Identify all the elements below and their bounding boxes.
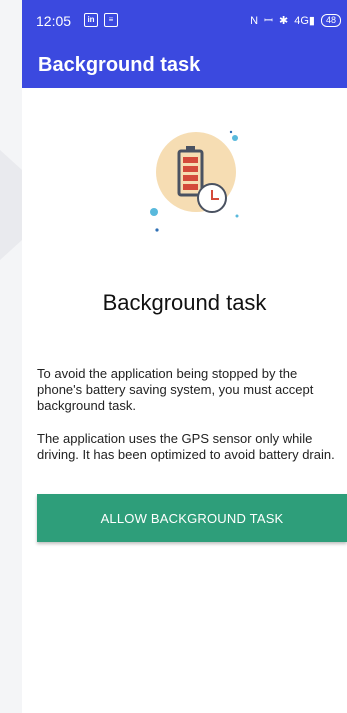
battery-level: 48: [325, 15, 336, 25]
status-time: 12:05: [36, 13, 72, 29]
battery-clock-icon: [150, 130, 239, 232]
bluetooth-icon: ✱: [279, 15, 289, 27]
network-label: 4G: [294, 15, 309, 27]
signal-icon: 4G▮: [294, 15, 315, 27]
allow-background-task-button[interactable]: Allow background task: [37, 494, 347, 542]
notification-icons: in ≡: [84, 13, 118, 27]
nfc-icon: N: [250, 14, 259, 27]
status-bar: 12:05 in ≡ N ꟷ ✱ 4G▮ 48: [22, 0, 347, 42]
page-heading: Background task: [102, 290, 267, 315]
app-bar: Background task: [22, 42, 347, 88]
linkedin-icon: in: [84, 13, 98, 27]
app-title: Background task: [38, 54, 201, 76]
mute-icon: ꟷ: [264, 15, 274, 27]
phone-screen: 12:05 in ≡ N ꟷ ✱ 4G▮ 48 Background task: [22, 0, 347, 713]
messages-icon: ≡: [104, 13, 118, 27]
gps-info-text: The application uses the GPS sensor only…: [37, 431, 335, 462]
battery-info-text: To avoid the application being stopped b…: [37, 366, 314, 413]
status-right-icons: N ꟷ ✱ 4G▮ 48: [250, 13, 341, 28]
battery-icon: 48: [320, 14, 341, 27]
